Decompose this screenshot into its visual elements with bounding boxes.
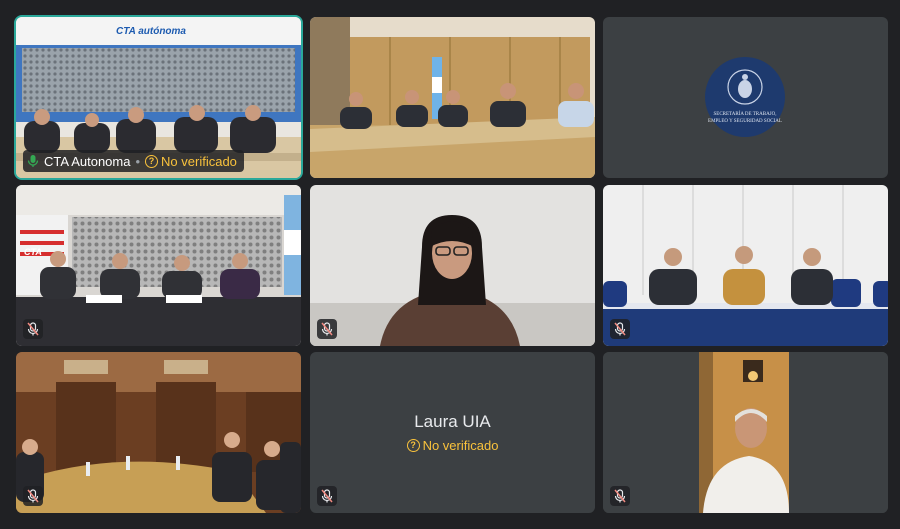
seal-text-line-1: SECRETARÍA DE TRABAJO, bbox=[713, 112, 777, 117]
participant-name: CTA Autonoma bbox=[44, 153, 131, 169]
question-circle-icon: ? bbox=[145, 154, 159, 168]
banner-logo: CTA autónoma bbox=[116, 26, 186, 37]
video-feed-man-white-shirt bbox=[603, 352, 888, 513]
mic-off-indicator bbox=[610, 319, 630, 339]
video-tile-5[interactable] bbox=[310, 185, 595, 346]
mic-off-icon bbox=[27, 489, 39, 503]
mic-off-icon bbox=[27, 322, 39, 336]
video-tile-cta-autonoma[interactable]: CTA autónoma CTA Autonoma • ? No verific… bbox=[14, 15, 303, 180]
video-tile-6[interactable] bbox=[603, 185, 888, 346]
video-feed-woman bbox=[310, 185, 595, 346]
video-feed-conference-room bbox=[310, 17, 595, 178]
question-circle-icon: ? bbox=[406, 439, 420, 452]
seal-text-line-2: EMPLEO Y SEGURIDAD SOCIAL bbox=[708, 119, 782, 124]
verification-status[interactable]: ? No verificado bbox=[310, 438, 595, 453]
verification-status[interactable]: ? No verificado bbox=[145, 154, 237, 169]
video-feed-cta-room bbox=[16, 185, 301, 346]
banner-logo: CTA bbox=[24, 247, 42, 257]
mic-off-indicator bbox=[610, 486, 630, 506]
video-tile-9[interactable] bbox=[603, 352, 888, 513]
video-tile-2[interactable] bbox=[310, 17, 595, 178]
video-tile-4[interactable]: CTA bbox=[16, 185, 301, 346]
mic-off-icon bbox=[614, 489, 626, 503]
video-feed-wood-room bbox=[16, 352, 301, 513]
mic-off-indicator bbox=[317, 319, 337, 339]
mic-off-indicator bbox=[23, 486, 43, 506]
mic-on-icon bbox=[27, 155, 39, 167]
participant-name: Laura UIA bbox=[414, 412, 491, 431]
video-tile-7[interactable] bbox=[16, 352, 301, 513]
mic-off-icon bbox=[614, 322, 626, 336]
mic-off-indicator bbox=[317, 486, 337, 506]
video-tile-laura-uia[interactable]: Laura UIA ? No verificado bbox=[310, 352, 595, 513]
mic-off-icon bbox=[321, 489, 333, 503]
mic-off-icon bbox=[321, 322, 333, 336]
mic-off-indicator bbox=[23, 319, 43, 339]
video-tile-secretaria-trabajo[interactable]: SECRETARÍA DE TRABAJO, EMPLEO Y SEGURIDA… bbox=[603, 17, 888, 178]
participant-name-tag: CTA Autonoma • ? No verificado bbox=[23, 150, 244, 172]
video-feed-meeting-table bbox=[603, 185, 888, 346]
coat-of-arms-icon bbox=[727, 69, 763, 105]
